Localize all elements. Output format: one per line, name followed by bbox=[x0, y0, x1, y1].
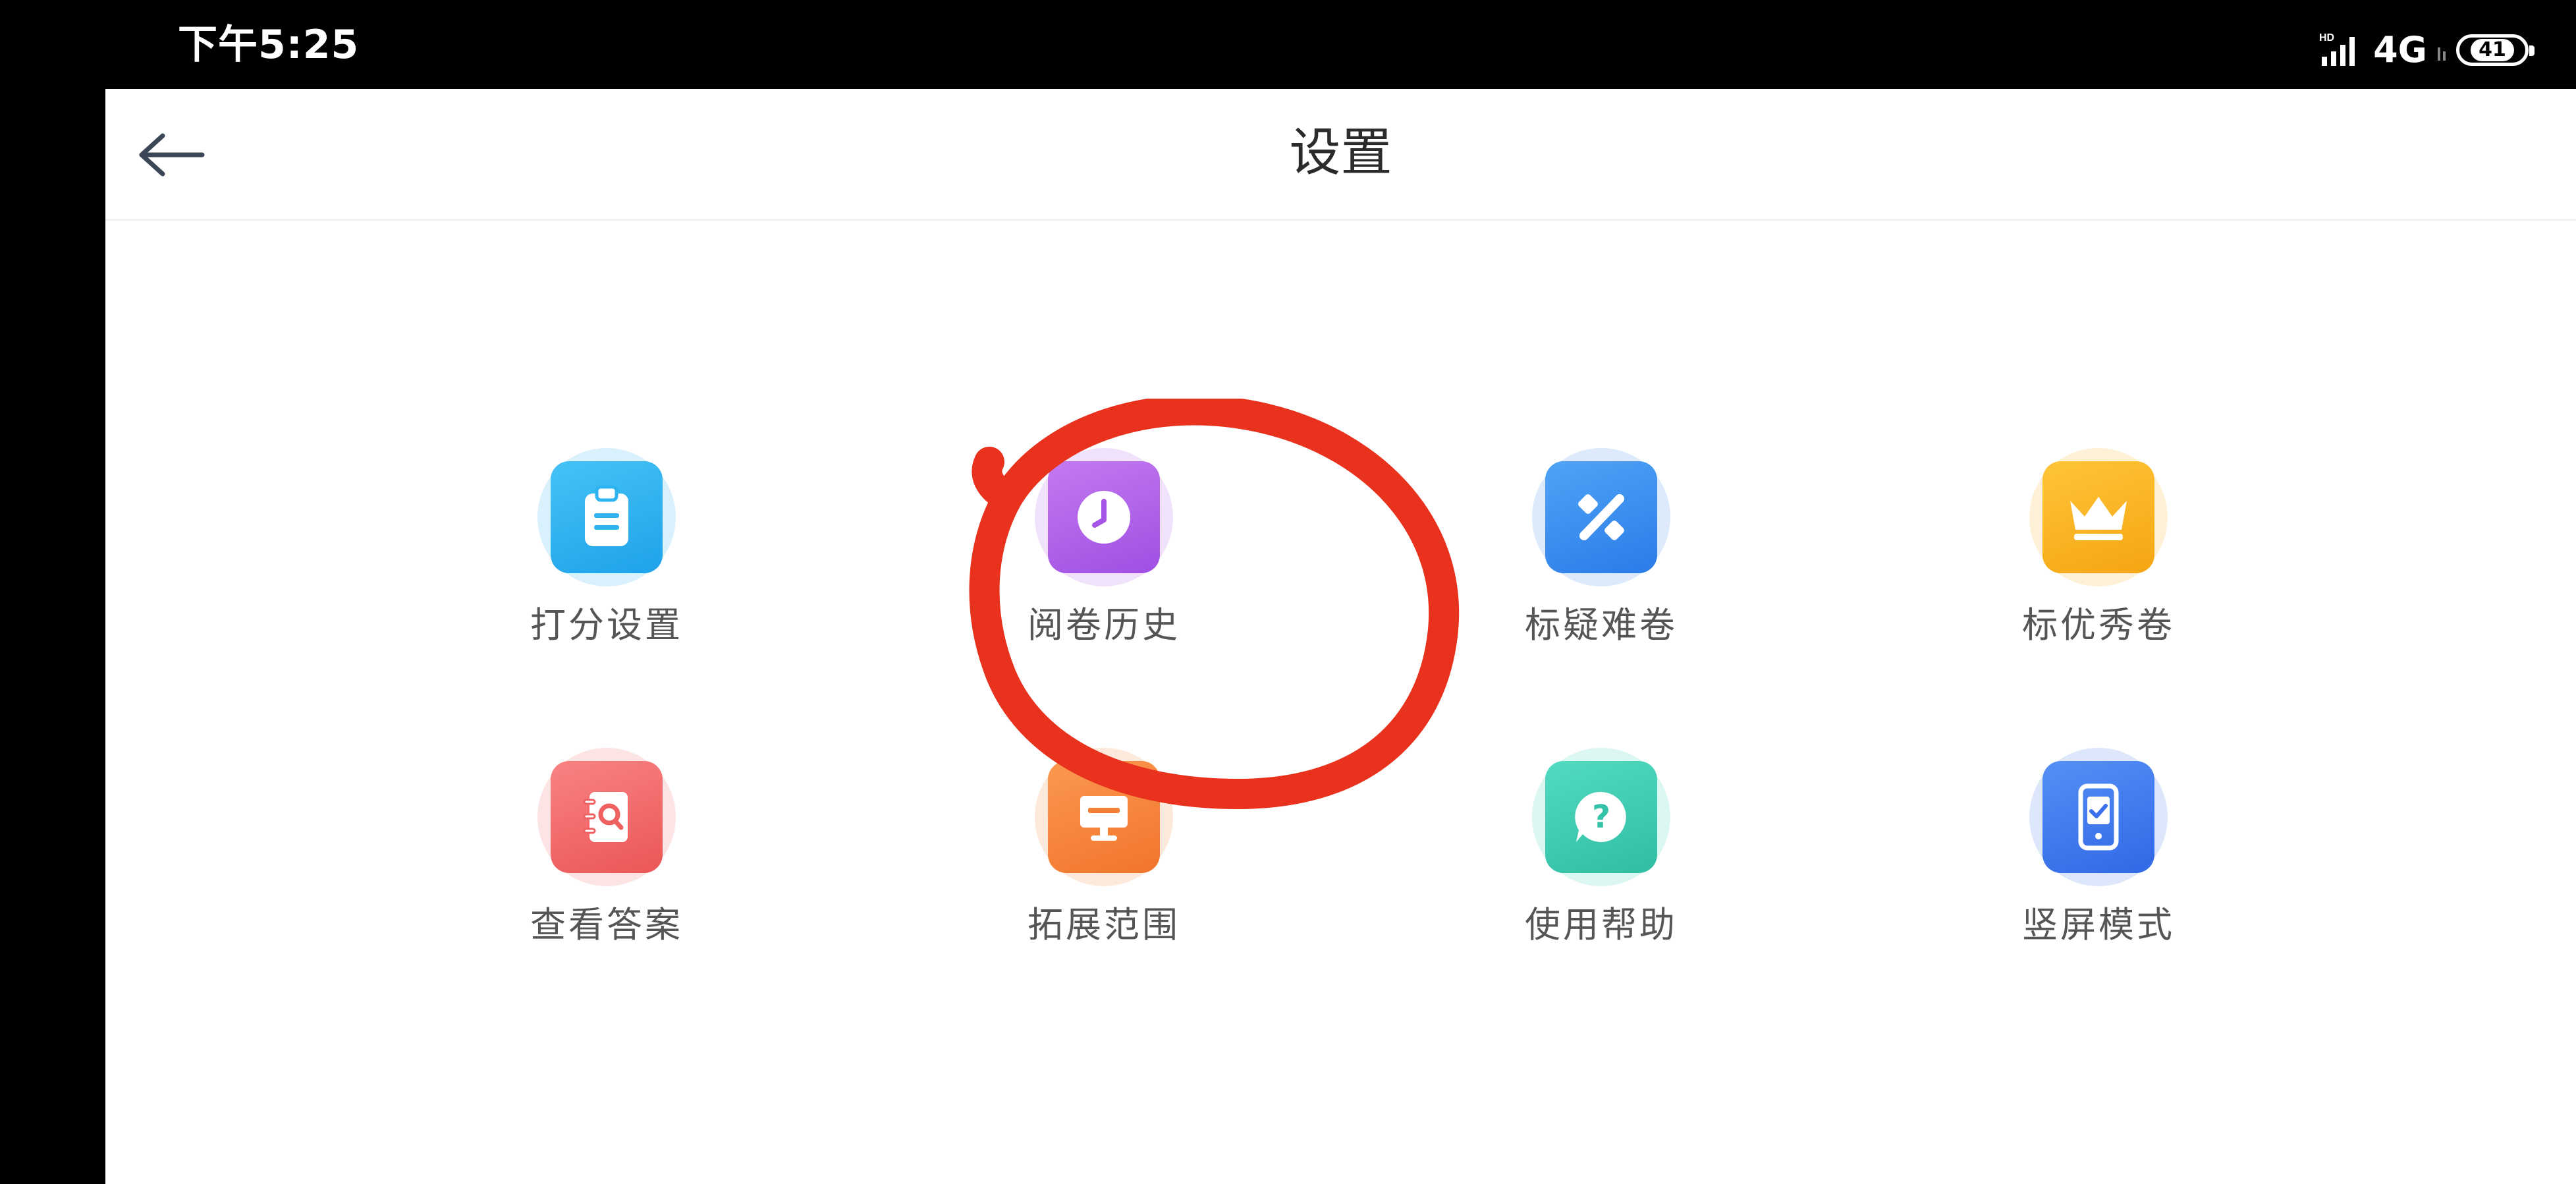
help-bubble-icon: ? bbox=[1545, 761, 1657, 873]
tile-label: 标疑难卷 bbox=[1525, 604, 1678, 646]
battery-level: 41 bbox=[2471, 39, 2514, 61]
monitor-icon bbox=[1048, 761, 1160, 873]
settings-grid: 打分设置 阅卷历史 标疑难卷 标优秀卷 查看答案 拓展范围 ? 使用帮助 竖屏模… bbox=[105, 221, 2576, 1184]
tile-mark-excellent[interactable]: 标优秀卷 bbox=[1960, 448, 2237, 672]
tile-view-answers[interactable]: 查看答案 bbox=[468, 748, 745, 972]
tile-label: 阅卷历史 bbox=[1028, 604, 1180, 646]
tile-help[interactable]: ? 使用帮助 bbox=[1463, 748, 1740, 972]
tile-label: 查看答案 bbox=[530, 904, 683, 945]
tile-label: 标优秀卷 bbox=[2022, 604, 2175, 646]
left-bezel bbox=[0, 0, 105, 1184]
device-screen: 下午5:25 HD 4G 41 设置 打分设置 阅卷历史 标疑难卷 标优秀卷 查… bbox=[0, 0, 2576, 1184]
tile-expand-range[interactable]: 拓展范围 bbox=[966, 748, 1242, 972]
signal-icon: HD bbox=[2318, 30, 2364, 70]
percent-icon bbox=[1545, 461, 1657, 573]
network-type: 4G bbox=[2373, 29, 2427, 70]
tile-label: 使用帮助 bbox=[1525, 904, 1678, 945]
notebook-search-icon bbox=[551, 761, 663, 873]
tile-scoring-settings[interactable]: 打分设置 bbox=[468, 448, 745, 672]
page-title: 设置 bbox=[1289, 123, 1392, 183]
clipboard-icon bbox=[551, 461, 663, 573]
tile-label: 打分设置 bbox=[530, 604, 683, 646]
settings-page: 设置 打分设置 阅卷历史 标疑难卷 标优秀卷 查看答案 拓展范围 ? 使用帮助 … bbox=[105, 89, 2576, 1184]
tile-mark-difficult[interactable]: 标疑难卷 bbox=[1463, 448, 1740, 672]
phone-check-icon bbox=[2042, 761, 2154, 873]
tile-portrait-mode[interactable]: 竖屏模式 bbox=[1960, 748, 2237, 972]
clock-icon bbox=[1048, 461, 1160, 573]
data-arrows-icon bbox=[2436, 36, 2447, 65]
status-time: 下午5:25 bbox=[178, 22, 360, 68]
tile-label: 拓展范围 bbox=[1028, 904, 1180, 945]
svg-text:?: ? bbox=[1592, 799, 1610, 835]
status-indicators: HD 4G 41 bbox=[2318, 29, 2535, 70]
tile-grading-history[interactable]: 阅卷历史 bbox=[966, 448, 1242, 672]
status-bar: 下午5:25 HD 4G 41 bbox=[0, 0, 2576, 89]
nav-bar: 设置 bbox=[105, 89, 2576, 221]
svg-text:HD: HD bbox=[2319, 32, 2334, 43]
battery-icon: 41 bbox=[2456, 34, 2535, 66]
tile-label: 竖屏模式 bbox=[2022, 904, 2175, 945]
crown-icon bbox=[2042, 461, 2154, 573]
